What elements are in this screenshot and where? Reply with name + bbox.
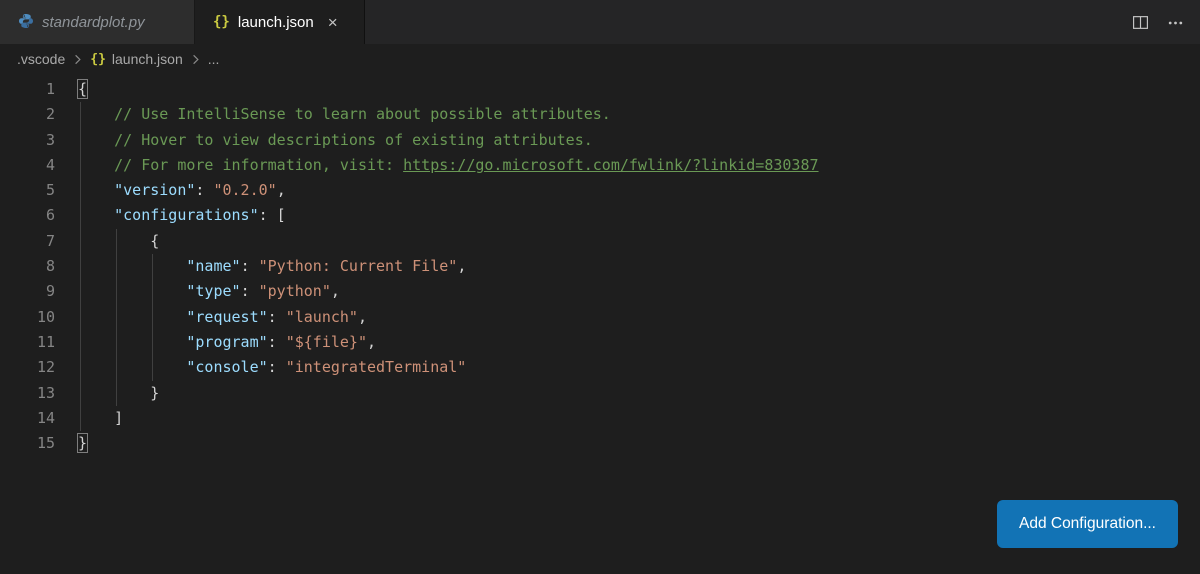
code-line[interactable]: 9 "type": "python", [0,279,1200,304]
json-icon: {} [90,53,106,66]
code-line[interactable]: 14 ] [0,406,1200,431]
code-text: { [78,77,87,102]
line-number: 6 [0,203,78,228]
vscode-editor-window: standardplot.py {} launch.json × .vscode [0,0,1200,574]
code-text: "request": "launch", [78,305,367,330]
tab-label: launch.json [238,14,314,31]
code-text: // Use IntelliSense to learn about possi… [78,102,611,127]
line-number: 7 [0,229,78,254]
code-text: // Hover to view descriptions of existin… [78,128,593,153]
bracket-match: { [78,80,87,98]
line-number: 2 [0,102,78,127]
code-text: ] [78,406,123,431]
line-number: 15 [0,431,78,456]
editor-actions [1132,0,1200,44]
code-line[interactable]: 5 "version": "0.2.0", [0,178,1200,203]
line-number: 14 [0,406,78,431]
breadcrumb-file[interactable]: launch.json [112,51,183,67]
line-number: 10 [0,305,78,330]
code-text: "configurations": [ [78,203,286,228]
line-number: 9 [0,279,78,304]
code-text: "console": "integratedTerminal" [78,355,466,380]
python-icon [18,13,34,32]
more-actions-icon[interactable] [1167,14,1184,31]
editor-pane: 1{2 // Use IntelliSense to learn about p… [0,74,1200,574]
tab-launch-json[interactable]: {} launch.json × [195,0,365,44]
add-configuration-button[interactable]: Add Configuration... [997,500,1178,548]
editor-tab-bar: standardplot.py {} launch.json × [0,0,1200,44]
line-number: 13 [0,381,78,406]
code-line[interactable]: 12 "console": "integratedTerminal" [0,355,1200,380]
code-line[interactable]: 13 } [0,381,1200,406]
line-number: 12 [0,355,78,380]
json-icon: {} [213,15,230,29]
line-number: 5 [0,178,78,203]
code-line[interactable]: 11 "program": "${file}", [0,330,1200,355]
code-text: "name": "Python: Current File", [78,254,466,279]
breadcrumb-symbol[interactable]: ... [208,51,220,67]
breadcrumb-folder[interactable]: .vscode [17,51,65,67]
chevron-right-icon [188,52,203,67]
code-line[interactable]: 3 // Hover to view descriptions of exist… [0,128,1200,153]
code-line[interactable]: 2 // Use IntelliSense to learn about pos… [0,102,1200,127]
code-line[interactable]: 7 { [0,229,1200,254]
code-text: { [78,229,159,254]
code-line[interactable]: 4 // For more information, visit: https:… [0,153,1200,178]
breadcrumb: .vscode {} launch.json ... [0,44,1200,74]
split-editor-icon[interactable] [1132,14,1149,31]
line-number: 1 [0,77,78,102]
code-line[interactable]: 10 "request": "launch", [0,305,1200,330]
close-tab-icon[interactable]: × [328,14,338,31]
code-text: // For more information, visit: https://… [78,153,819,178]
code-line[interactable]: 6 "configurations": [ [0,203,1200,228]
code-text: "version": "0.2.0", [78,178,286,203]
comment-link[interactable]: https://go.microsoft.com/fwlink/?linkid=… [403,156,818,174]
code-line[interactable]: 15} [0,431,1200,456]
line-number: 4 [0,153,78,178]
line-number: 3 [0,128,78,153]
tab-label: standardplot.py [42,14,145,31]
code-text: } [78,381,159,406]
code-text: "program": "${file}", [78,330,376,355]
code-text: } [78,431,87,456]
tab-standardplot-py[interactable]: standardplot.py [0,0,195,44]
code-text: "type": "python", [78,279,340,304]
bracket-match: } [78,434,87,452]
code-line[interactable]: 8 "name": "Python: Current File", [0,254,1200,279]
line-number: 8 [0,254,78,279]
chevron-right-icon [70,52,85,67]
code-line[interactable]: 1{ [0,77,1200,102]
line-number: 11 [0,330,78,355]
code-lines: 1{2 // Use IntelliSense to learn about p… [0,74,1200,456]
